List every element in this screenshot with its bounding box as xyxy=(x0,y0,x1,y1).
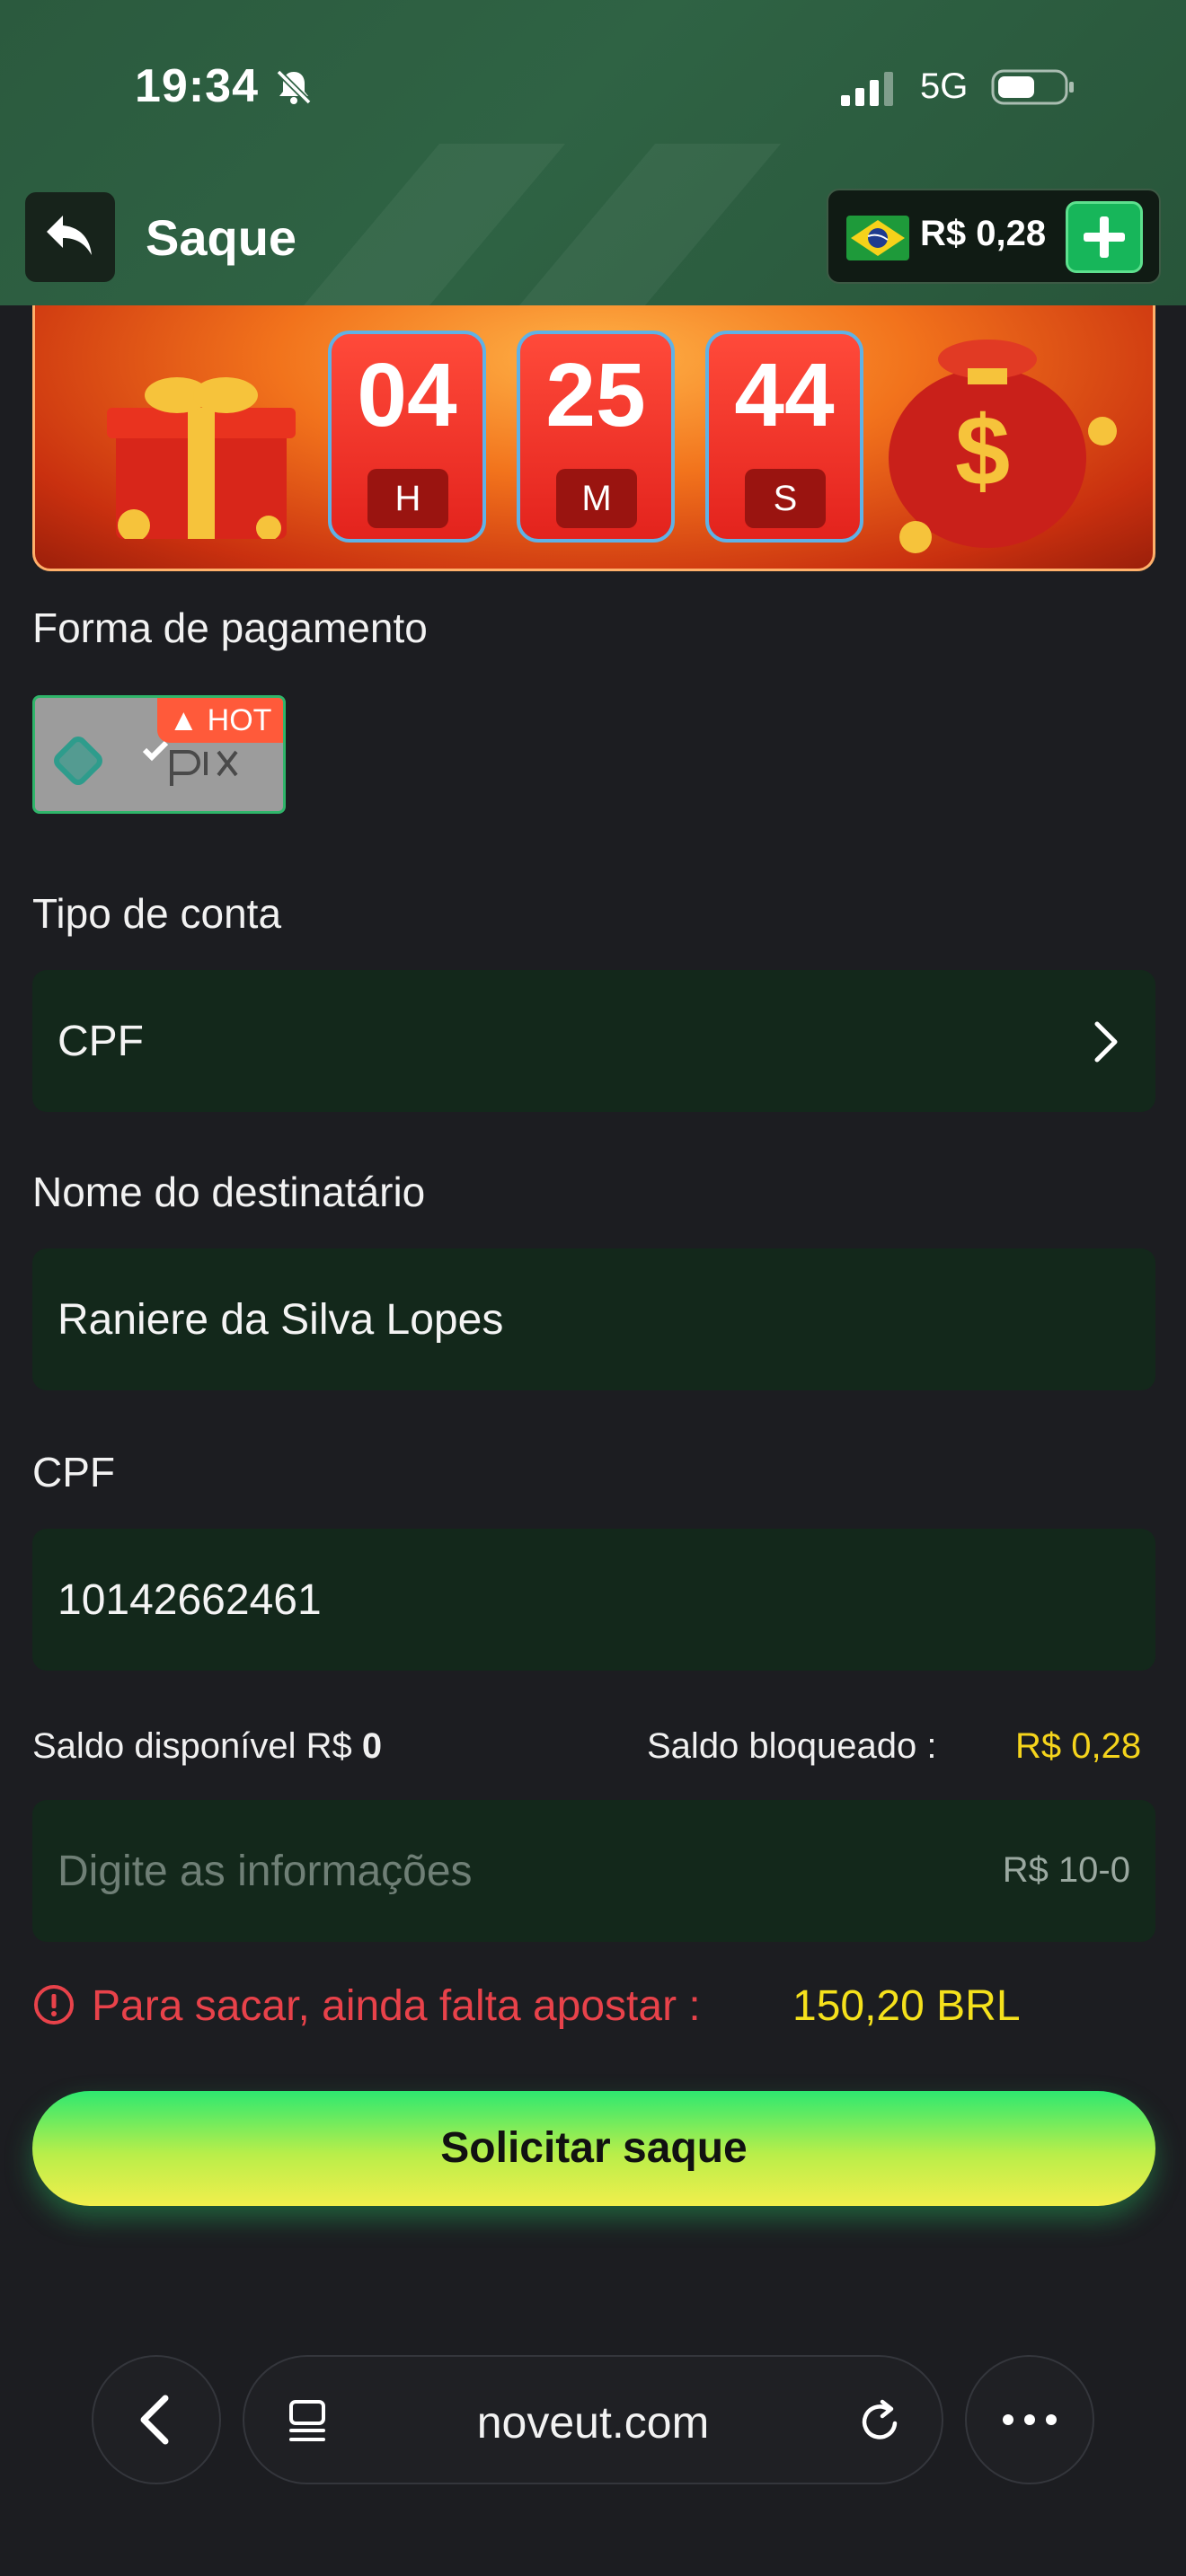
cpf-value: 10142662461 xyxy=(58,1576,322,1624)
brazil-flag-icon xyxy=(846,216,909,260)
countdown-hours: 04 H xyxy=(328,331,486,543)
chevron-left-icon xyxy=(140,2395,169,2445)
amount-range: R$ 10-0 xyxy=(1002,1850,1130,1890)
countdown-minutes: 25 M xyxy=(517,331,675,543)
recipient-name-value: Raniere da Silva Lopes xyxy=(58,1296,504,1344)
account-type-value: CPF xyxy=(58,1018,144,1065)
wager-warning-text: Para sacar, ainda falta apostar : xyxy=(92,1982,701,2030)
browser-menu-button[interactable] xyxy=(965,2355,1094,2484)
more-dots-icon xyxy=(1003,2414,1057,2425)
available-balance-value: 0 xyxy=(361,1726,383,1766)
plus-icon xyxy=(1084,216,1125,258)
svg-text:$: $ xyxy=(955,396,1010,507)
top-header: 19:34 5G Saque R$ 0,28 xyxy=(0,0,1186,305)
promo-banner[interactable]: $ 04 H 25 M 44 S xyxy=(32,305,1155,571)
countdown-seconds-unit: S xyxy=(745,469,826,528)
deposit-plus-button[interactable] xyxy=(1066,201,1143,273)
bell-muted-icon xyxy=(276,69,312,105)
status-time: 19:34 xyxy=(135,60,259,112)
gift-box-icon xyxy=(107,377,296,539)
withdraw-amount-input[interactable]: Digite as informações R$ 10-0 xyxy=(32,1800,1155,1942)
url-text: noveut.com xyxy=(476,2397,710,2448)
payment-method-label: Forma de pagamento xyxy=(32,604,428,651)
signal-icon xyxy=(841,72,893,106)
cpf-field[interactable]: 10142662461 xyxy=(32,1529,1155,1671)
page-title: Saque xyxy=(146,209,297,266)
blocked-balance-value: R$ 0,28 xyxy=(1015,1726,1142,1766)
available-balance: Saldo disponível R$ 0 xyxy=(32,1726,382,1767)
account-type-select[interactable]: CPF xyxy=(32,970,1155,1112)
countdown-seconds: 44 S xyxy=(705,331,863,543)
hot-badge-text: HOT xyxy=(207,703,272,737)
countdown-minutes-value: 25 xyxy=(545,345,646,446)
balance-amount: R$ 0,28 xyxy=(920,214,1047,253)
fire-icon: ▲ xyxy=(168,703,199,737)
countdown-hours-value: 04 xyxy=(357,345,457,446)
back-arrow-icon xyxy=(47,216,92,255)
reload-icon[interactable] xyxy=(855,2396,906,2447)
account-type-label: Tipo de conta xyxy=(32,890,282,937)
browser-back-button[interactable] xyxy=(92,2355,221,2484)
countdown-seconds-value: 44 xyxy=(734,345,835,446)
balance-pill[interactable]: R$ 0,28 xyxy=(827,189,1161,284)
battery-icon xyxy=(991,69,1074,105)
money-bag-icon: $ xyxy=(889,340,1117,553)
available-balance-label: Saldo disponível R$ xyxy=(32,1726,362,1766)
network-label: 5G xyxy=(920,66,969,106)
alert-circle-icon xyxy=(34,1985,74,2025)
blocked-balance-label: Saldo bloqueado : xyxy=(647,1726,937,1766)
hot-badge: ▲ HOT xyxy=(157,698,283,743)
address-bar[interactable]: noveut.com xyxy=(243,2355,943,2484)
chevron-right-icon xyxy=(1094,1021,1118,1063)
wager-warning-value: 150,20 BRL xyxy=(792,1982,1021,2030)
recipient-name-field[interactable]: Raniere da Silva Lopes xyxy=(32,1248,1155,1390)
pix-payment-option[interactable]: ▲ HOT xyxy=(32,695,286,814)
countdown-hours-unit: H xyxy=(367,469,448,528)
countdown-minutes-unit: M xyxy=(556,469,637,528)
request-withdraw-button[interactable]: Solicitar saque xyxy=(32,2091,1155,2206)
amount-placeholder: Digite as informações xyxy=(58,1848,473,1895)
back-button[interactable] xyxy=(25,192,115,282)
recipient-label: Nome do destinatário xyxy=(32,1169,426,1215)
cpf-label: CPF xyxy=(32,1449,115,1495)
